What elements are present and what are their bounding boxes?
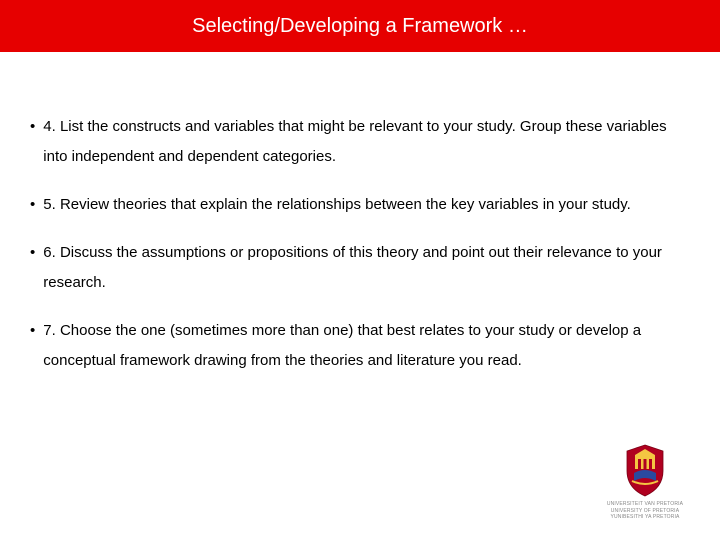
bullet-text: 7. Choose the one (sometimes more than o…: [43, 316, 690, 376]
list-item: • 5. Review theories that explain the re…: [30, 190, 690, 220]
bullet-marker: •: [30, 238, 35, 268]
crest-icon: [620, 443, 670, 498]
slide-title: Selecting/Developing a Framework …: [192, 15, 528, 38]
bullet-marker: •: [30, 112, 35, 142]
logo-text-line-1: UNIVERSITEIT VAN PRETORIA: [600, 501, 690, 507]
bullet-text: 6. Discuss the assumptions or propositio…: [43, 238, 690, 298]
slide-header: Selecting/Developing a Framework …: [0, 0, 720, 52]
bullet-marker: •: [30, 190, 35, 220]
list-item: • 6. Discuss the assumptions or proposit…: [30, 238, 690, 298]
logo-text-line-3: YUNIBESITHI YA PRETORIA: [600, 514, 690, 520]
bullet-text: 4. List the constructs and variables tha…: [43, 112, 690, 172]
list-item: • 7. Choose the one (sometimes more than…: [30, 316, 690, 376]
university-logo: UNIVERSITEIT VAN PRETORIA UNIVERSITY OF …: [600, 443, 690, 520]
list-item: • 4. List the constructs and variables t…: [30, 112, 690, 172]
bullet-text: 5. Review theories that explain the rela…: [43, 190, 631, 220]
slide-content: • 4. List the constructs and variables t…: [0, 52, 720, 404]
bullet-marker: •: [30, 316, 35, 346]
logo-text-line-2: UNIVERSITY OF PRETORIA: [600, 508, 690, 514]
